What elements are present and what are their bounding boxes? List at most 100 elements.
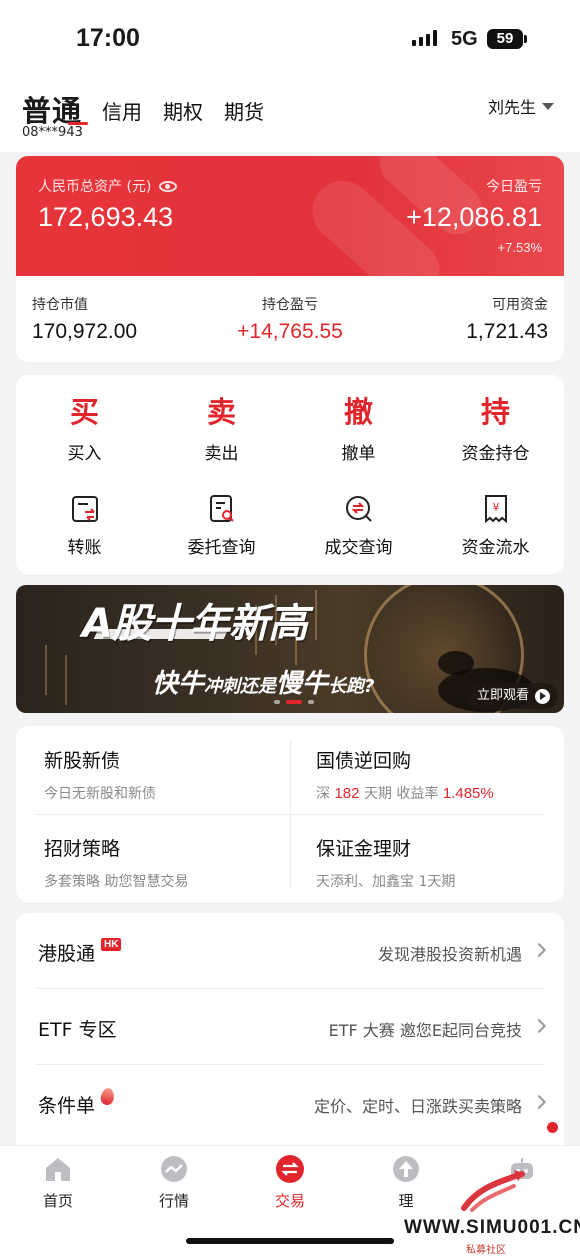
deal-query-label: 成交查询: [324, 538, 393, 558]
transfer-label: 转账: [67, 538, 102, 558]
order-query-icon: [206, 493, 238, 525]
tab-trade-label: 交易: [274, 1192, 305, 1210]
user-switcher[interactable]: 刘先生: [488, 94, 554, 118]
transfer-button[interactable]: 转账: [16, 493, 153, 558]
strategy-feature[interactable]: 招财策略 多套策略 助您智慧交易: [44, 834, 188, 891]
margin-sub: 天添利、加鑫宝 1天期: [316, 874, 456, 890]
trade-icon: [275, 1154, 305, 1184]
cancel-order-label: 撤单: [341, 444, 376, 464]
tab-trade[interactable]: 交易: [250, 1154, 330, 1211]
hk-connect-title: 港股通 HK: [38, 938, 122, 966]
positions-glyph: 持: [480, 395, 510, 429]
margin-title: 保证金理财: [316, 838, 412, 860]
asset-summary: 人民币总资产 (元) 172,693.43 今日盈亏 +12,086.81 +7…: [16, 156, 564, 276]
margin-feature[interactable]: 保证金理财 天添利、加鑫宝 1天期: [316, 834, 455, 891]
banner-subtitle: 快牛冲刺还是慢牛长跑?: [152, 663, 374, 700]
features-grid: 新股新债 今日无新股和新债 国债逆回购 深 182 天期 收益率 1.485% …: [16, 726, 564, 902]
available-funds-stat: 可用资金 1,721.43: [466, 294, 548, 344]
conditional-order-desc: 定价、定时、日涨跌买卖策略: [313, 1097, 522, 1116]
finance-icon: [391, 1154, 421, 1184]
strategy-title: 招财策略: [44, 838, 121, 860]
svg-text:¥: ¥: [492, 501, 499, 514]
ipo-title: 新股新债: [44, 750, 121, 772]
battery-icon: 59: [487, 29, 523, 49]
cash-flow-button[interactable]: ¥ 资金流水: [427, 493, 564, 558]
tab-finance-label: 理: [398, 1192, 414, 1210]
chevron-right-icon: [531, 1094, 547, 1110]
available-funds-label: 可用资金: [492, 297, 548, 313]
positions-label: 资金持仓: [461, 444, 530, 464]
list-item-etf[interactable]: ETF 专区 ETF 大赛 邀您E起同台竞技: [16, 989, 564, 1065]
account-header: 普通 08***943 信用 期权 期货 刘先生: [0, 80, 580, 152]
promo-banner[interactable]: A股十年新高 快牛冲刺还是慢牛长跑? 立即观看: [16, 585, 564, 713]
ipo-feature[interactable]: 新股新债 今日无新股和新债: [44, 746, 156, 803]
account-tab-options[interactable]: 期权: [163, 96, 203, 125]
deal-query-icon: [343, 493, 375, 525]
sell-glyph: 卖: [206, 395, 236, 429]
repo-title: 国债逆回购: [316, 750, 412, 772]
battery-tip: [524, 35, 527, 43]
service-list: 港股通 HK 发现港股投资新机遇 ETF 专区 ETF 大赛 邀您E起同台竞技 …: [16, 913, 564, 1153]
repo-sub-a: 深: [316, 786, 330, 802]
cash-flow-icon: ¥: [480, 493, 512, 525]
today-pl-label: 今日盈亏: [486, 179, 542, 195]
market-icon: [159, 1154, 189, 1184]
conditional-order-label: 条件单: [38, 1095, 96, 1117]
play-icon: [535, 688, 550, 704]
conditional-order-title: 条件单: [38, 1087, 116, 1118]
repo-sub-b: 天期 收益率: [363, 786, 439, 802]
watch-now-label: 立即观看: [476, 688, 529, 703]
network-type: 5G: [451, 28, 478, 50]
transfer-icon: [69, 493, 101, 525]
hk-badge: HK: [101, 938, 122, 951]
account-number: 08***943: [22, 125, 83, 140]
sell-button[interactable]: 卖 卖出: [153, 393, 290, 464]
asset-card[interactable]: 人民币总资产 (元) 172,693.43 今日盈亏 +12,086.81 +7…: [16, 156, 564, 362]
available-funds-value: 1,721.43: [466, 320, 548, 343]
signal-icon: [412, 30, 437, 46]
tab-market[interactable]: 行情: [134, 1154, 214, 1211]
tab-home[interactable]: 首页: [18, 1154, 98, 1211]
order-query-label: 委托查询: [187, 538, 256, 558]
buy-button[interactable]: 买 买入: [16, 393, 153, 464]
banner-subtitle-c: 慢牛: [276, 669, 329, 699]
account-tab-futures[interactable]: 期货: [224, 96, 264, 125]
cancel-order-button[interactable]: 撤 撤单: [290, 393, 427, 464]
home-icon: [43, 1154, 73, 1184]
today-pl-percent: +7.53%: [497, 240, 542, 255]
banner-subtitle-d: 长跑?: [328, 676, 375, 697]
caret-down-icon: [542, 102, 554, 110]
chevron-right-icon: [531, 1018, 547, 1034]
account-tab-credit[interactable]: 信用: [102, 96, 142, 125]
deal-query-button[interactable]: 成交查询: [290, 493, 427, 558]
tab-finance[interactable]: 理: [366, 1154, 446, 1211]
status-time: 17:00: [76, 24, 140, 52]
carousel-dots: [274, 700, 314, 704]
repo-days: 182: [334, 785, 360, 802]
repo-sub: 深 182 天期 收益率 1.485%: [316, 783, 494, 803]
watermark-subtext: 私募社区: [466, 1245, 506, 1256]
list-item-conditional-order[interactable]: 条件单 定价、定时、日涨跌买卖策略: [16, 1065, 564, 1141]
order-query-button[interactable]: 委托查询: [153, 493, 290, 558]
watermark-logo: [461, 1170, 525, 1212]
home-indicator[interactable]: [186, 1238, 394, 1244]
today-pl-value: +12,086.81: [406, 202, 542, 232]
banner-subtitle-a: 快牛: [152, 669, 205, 699]
eye-icon[interactable]: [159, 180, 178, 192]
buy-label: 买入: [67, 444, 102, 464]
total-assets-label-text: 人民币总资产 (元): [38, 179, 152, 195]
chevron-right-icon: [531, 942, 547, 958]
repo-feature[interactable]: 国债逆回购 深 182 天期 收益率 1.485%: [316, 746, 494, 803]
watch-now-button[interactable]: 立即观看: [464, 683, 558, 709]
flame-icon: [99, 1087, 116, 1106]
ipo-sub: 今日无新股和新债: [44, 786, 156, 802]
buy-glyph: 买: [69, 395, 99, 429]
banner-title: A股十年新高: [82, 601, 308, 647]
total-assets-label: 人民币总资产 (元): [38, 176, 178, 196]
banner-subtitle-b: 冲刺还是: [204, 676, 277, 697]
quick-actions: 买 买入 卖 卖出 撤 撤单 持 资金持仓 转账 委托查询 成交查询 ¥ 资金流…: [16, 375, 564, 574]
list-item-hk-connect[interactable]: 港股通 HK 发现港股投资新机遇: [16, 913, 564, 989]
strategy-sub: 多套策略 助您智慧交易: [44, 874, 189, 890]
hk-connect-desc: 发现港股投资新机遇: [377, 945, 522, 964]
positions-button[interactable]: 持 资金持仓: [427, 393, 564, 464]
